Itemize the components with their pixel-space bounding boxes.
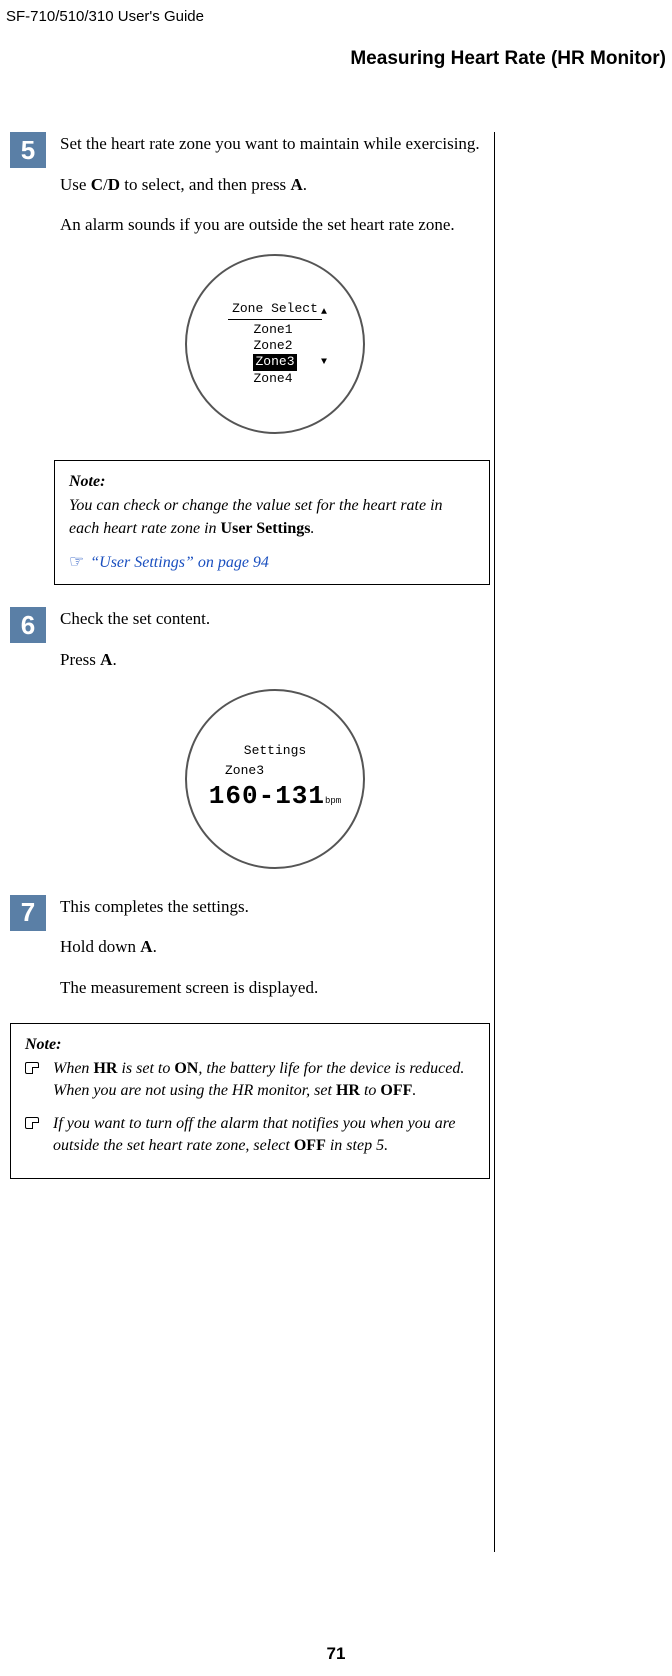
cross-reference-link[interactable]: ☞ “User Settings” on page 94 xyxy=(69,550,475,574)
step-7-body: This completes the settings. Hold down A… xyxy=(60,895,490,1017)
watch-settings-confirm: Settings Zone3 160-131bpm xyxy=(185,689,365,869)
step-number-5: 5 xyxy=(10,132,46,168)
watch-zone-select: Zone Select Zone1 Zone2 Zone3 Zone4 ▲ ▼ xyxy=(185,254,365,434)
step-6-body: Check the set content. Press A. Settings… xyxy=(60,607,490,888)
page-number: 71 xyxy=(0,1644,672,1664)
step-7-text-2: Hold down A. xyxy=(60,935,490,960)
column-divider xyxy=(494,132,495,1552)
watch-hr-range: 160-131bpm xyxy=(209,780,341,814)
pointer-hand-icon: ☞ xyxy=(69,552,84,571)
step-number-6: 6 xyxy=(10,607,46,643)
link-text: “User Settings” on page 94 xyxy=(90,554,269,571)
step-7-text-3: The measurement screen is displayed. xyxy=(60,976,490,1001)
step-5-body: Set the heart rate zone you want to main… xyxy=(60,132,490,454)
step-6-text-1: Check the set content. xyxy=(60,607,490,632)
note-user-settings: Note: You can check or change the value … xyxy=(54,460,490,586)
note-list-item-2: If you want to turn off the alarm that n… xyxy=(25,1113,475,1158)
scroll-up-icon: ▲ xyxy=(321,306,327,319)
step-7: 7 This completes the settings. Hold down… xyxy=(10,895,490,1017)
zone-option-2: Zone2 xyxy=(253,338,296,354)
watch-screen-title: Zone Select xyxy=(228,301,322,320)
bullet-icon xyxy=(25,1117,39,1129)
note-heading-2: Note: xyxy=(25,1034,475,1056)
watch-zone-list: Zone1 Zone2 Zone3 Zone4 xyxy=(253,322,296,387)
step-6-watch-illustration: Settings Zone3 160-131bpm xyxy=(60,689,490,869)
step-6-text-2: Press A. xyxy=(60,648,490,673)
main-content-column: 5 Set the heart rate zone you want to ma… xyxy=(10,132,490,1201)
step-5: 5 Set the heart rate zone you want to ma… xyxy=(10,132,490,454)
step-5-text-2: Use C/D to select, and then press A. xyxy=(60,173,490,198)
step-5-text-1: Set the heart rate zone you want to main… xyxy=(60,132,490,157)
zone-option-4: Zone4 xyxy=(253,371,296,387)
scroll-down-icon: ▼ xyxy=(321,356,327,369)
note-list-item-1: When HR is set to ON, the battery life f… xyxy=(25,1058,475,1103)
zone-option-1: Zone1 xyxy=(253,322,296,338)
bullet-icon xyxy=(25,1062,39,1074)
watch-zone-label: Zone3 xyxy=(225,763,264,780)
watch-screen-title-2: Settings xyxy=(240,743,310,761)
step-number-7: 7 xyxy=(10,895,46,931)
note-hr-battery-alarm: Note: When HR is set to ON, the battery … xyxy=(10,1023,490,1179)
step-5-watch-illustration: Zone Select Zone1 Zone2 Zone3 Zone4 ▲ ▼ xyxy=(60,254,490,434)
page-section-title: Measuring Heart Rate (HR Monitor) xyxy=(350,48,666,70)
step-7-text-1: This completes the settings. xyxy=(60,895,490,920)
note-body: You can check or change the value set fo… xyxy=(69,495,475,540)
zone-option-3-selected: Zone3 xyxy=(253,354,296,370)
note-heading: Note: xyxy=(69,471,475,493)
step-5-text-3: An alarm sounds if you are outside the s… xyxy=(60,213,490,238)
step-6: 6 Check the set content. Press A. Settin… xyxy=(10,607,490,888)
header-product-guide: SF-710/510/310 User's Guide xyxy=(6,8,204,25)
